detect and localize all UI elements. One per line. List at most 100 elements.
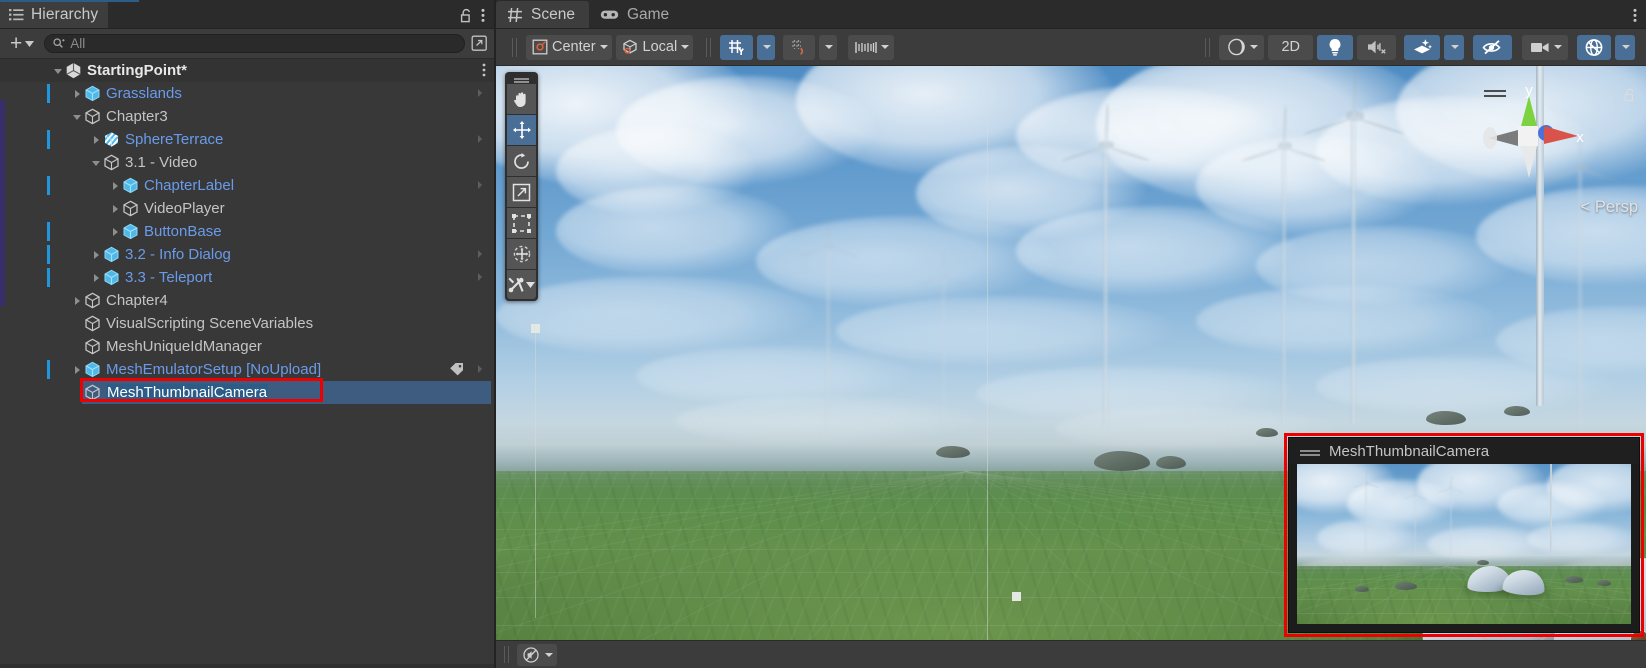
sync-selection-icon[interactable]	[471, 35, 488, 52]
tab-scene[interactable]: Scene	[496, 1, 589, 28]
chevron-down-icon	[545, 652, 553, 657]
hierarchy-row[interactable]: VideoPlayer	[0, 197, 494, 220]
lock-open-icon[interactable]	[460, 8, 473, 23]
expand-arrow-open-icon[interactable]	[90, 156, 103, 169]
kebab-menu-icon[interactable]	[1633, 8, 1637, 23]
gizmos-dropdown[interactable]	[1615, 34, 1635, 60]
grid-ruler-icon	[855, 40, 877, 55]
gizmo-lock-open-icon[interactable]	[1624, 88, 1636, 102]
kebab-menu-icon[interactable]	[482, 63, 486, 77]
search-icon	[53, 38, 65, 49]
grid-snap-button[interactable]	[720, 34, 754, 60]
row-overflow-chevron-icon[interactable]	[478, 88, 484, 98]
tab-game[interactable]: Game	[589, 1, 683, 28]
drag-handle-icon[interactable]	[507, 74, 536, 84]
hierarchy-row[interactable]: MeshEmulatorSetup [NoUpload]	[0, 358, 494, 381]
drag-handle-icon[interactable]	[1484, 90, 1506, 92]
tool-hand-pan[interactable]	[507, 84, 536, 114]
pivot-mode-button[interactable]: Center	[526, 34, 612, 60]
mute-audio-button[interactable]	[517, 643, 557, 666]
handle-space-label: Local	[642, 39, 678, 55]
hierarchy-row[interactable]: ButtonBase	[0, 220, 494, 243]
cloud	[556, 126, 756, 216]
expand-arrow-open-icon[interactable]	[71, 110, 84, 123]
expand-arrow-spacer	[71, 340, 84, 353]
hierarchy-row-label: Chapter4	[106, 292, 168, 309]
hierarchy-row[interactable]: StartingPoint*	[0, 59, 494, 82]
hierarchy-row-selected[interactable]: MeshThumbnailCamera	[0, 381, 494, 404]
row-overflow-chevron-icon[interactable]	[478, 134, 484, 144]
custom-tools-dropdown[interactable]	[525, 270, 536, 299]
hierarchy-row[interactable]: Chapter3	[0, 105, 494, 128]
snap-increment-button[interactable]	[783, 34, 816, 60]
effects-toggle-button[interactable]	[1404, 34, 1440, 60]
drag-handle-icon[interactable]	[1300, 450, 1320, 452]
add-gameobject-button[interactable]: +	[6, 33, 38, 55]
lighting-toggle-button[interactable]	[1317, 34, 1353, 60]
camera-preview-header[interactable]: MeshThumbnailCamera	[1289, 438, 1639, 464]
gizmos-toggle-button[interactable]	[1577, 34, 1611, 60]
chevron-down-icon	[763, 45, 772, 49]
snap-increment-dropdown[interactable]	[819, 34, 838, 60]
expand-arrow-closed-icon[interactable]	[71, 87, 84, 100]
hierarchy-tree[interactable]: StartingPoint* Grasslands Chapter3 SphereTe…	[0, 59, 494, 668]
custom-editor-tool-button[interactable]	[507, 270, 525, 299]
scene-view-gizmo[interactable]: y x	[1474, 78, 1584, 188]
row-overflow-chevron-icon[interactable]	[478, 180, 484, 190]
expand-arrow-closed-icon[interactable]	[90, 248, 103, 261]
tool-rect-transform[interactable]	[507, 208, 536, 238]
effects-dropdown[interactable]	[1444, 34, 1464, 60]
expand-arrow-open-icon[interactable]	[52, 64, 65, 77]
expand-arrow-closed-icon[interactable]	[90, 271, 103, 284]
row-overflow-chevron-icon[interactable]	[478, 249, 484, 259]
guide-handle[interactable]	[531, 324, 540, 333]
view-2d-button[interactable]: 2D	[1268, 34, 1313, 60]
hierarchy-row[interactable]: MeshUniqueIdManager	[0, 335, 494, 358]
pivot-mode-label: Center	[552, 39, 596, 55]
hierarchy-row-label: MeshUniqueIdManager	[106, 338, 262, 355]
guide-handle[interactable]	[1012, 592, 1021, 601]
tab-hierarchy[interactable]: Hierarchy	[0, 1, 109, 28]
expand-arrow-closed-icon[interactable]	[109, 225, 122, 238]
scene-viewport[interactable]: y x < Persp MeshThumbnailCamera	[496, 66, 1646, 640]
grid-size-button[interactable]	[848, 34, 895, 60]
projection-mode-label[interactable]: < Persp	[1581, 198, 1638, 217]
hierarchy-row[interactable]: 3.2 - Info Dialog	[0, 243, 494, 266]
hierarchy-row[interactable]: SphereTerrace	[0, 128, 494, 151]
audio-toggle-button[interactable]	[1357, 34, 1396, 60]
scene-visibility-button[interactable]	[1473, 34, 1512, 60]
hierarchy-row[interactable]: 3.1 - Video	[0, 151, 494, 174]
expand-arrow-closed-icon[interactable]	[109, 202, 122, 215]
custom-tools-group[interactable]	[507, 270, 536, 299]
mute-audio-icon	[523, 646, 540, 663]
search-input[interactable]	[70, 36, 456, 51]
scene-tools-panel[interactable]	[505, 72, 538, 301]
expand-arrow-closed-icon[interactable]	[71, 363, 84, 376]
hierarchy-row[interactable]: ChapterLabel	[0, 174, 494, 197]
tool-move[interactable]	[507, 115, 536, 145]
grid-snap-dropdown[interactable]	[757, 34, 776, 60]
hierarchy-row[interactable]: 3.3 - Teleport	[0, 266, 494, 289]
expand-arrow-closed-icon[interactable]	[109, 179, 122, 192]
row-overflow-chevron-icon[interactable]	[478, 364, 484, 374]
draw-mode-button[interactable]	[1219, 34, 1265, 60]
hierarchy-row[interactable]: Grasslands	[0, 82, 494, 105]
tool-scale[interactable]	[507, 177, 536, 207]
hierarchy-row[interactable]: VisualScripting SceneVariables	[0, 312, 494, 335]
axis-gizmo-icon[interactable]: y x	[1474, 78, 1584, 188]
hierarchy-row[interactable]: Chapter4	[0, 289, 494, 312]
camera-settings-button[interactable]	[1522, 34, 1568, 60]
tool-transform[interactable]	[507, 239, 536, 269]
handle-space-button[interactable]: Local	[615, 34, 694, 60]
search-input-wrapper[interactable]	[44, 34, 465, 53]
kebab-menu-icon[interactable]	[481, 8, 485, 23]
row-overflow-chevron-icon[interactable]	[478, 272, 484, 282]
rock	[1426, 411, 1466, 425]
expand-arrow-closed-icon[interactable]	[90, 133, 103, 146]
scene-grid-icon	[507, 7, 523, 23]
transform-tool-icon	[512, 244, 532, 264]
tool-rotate[interactable]	[507, 146, 536, 176]
hierarchy-row-label: StartingPoint*	[87, 62, 187, 79]
camera-preview-overlay[interactable]: MeshThumbnailCamera	[1288, 437, 1640, 633]
expand-arrow-closed-icon[interactable]	[71, 294, 84, 307]
